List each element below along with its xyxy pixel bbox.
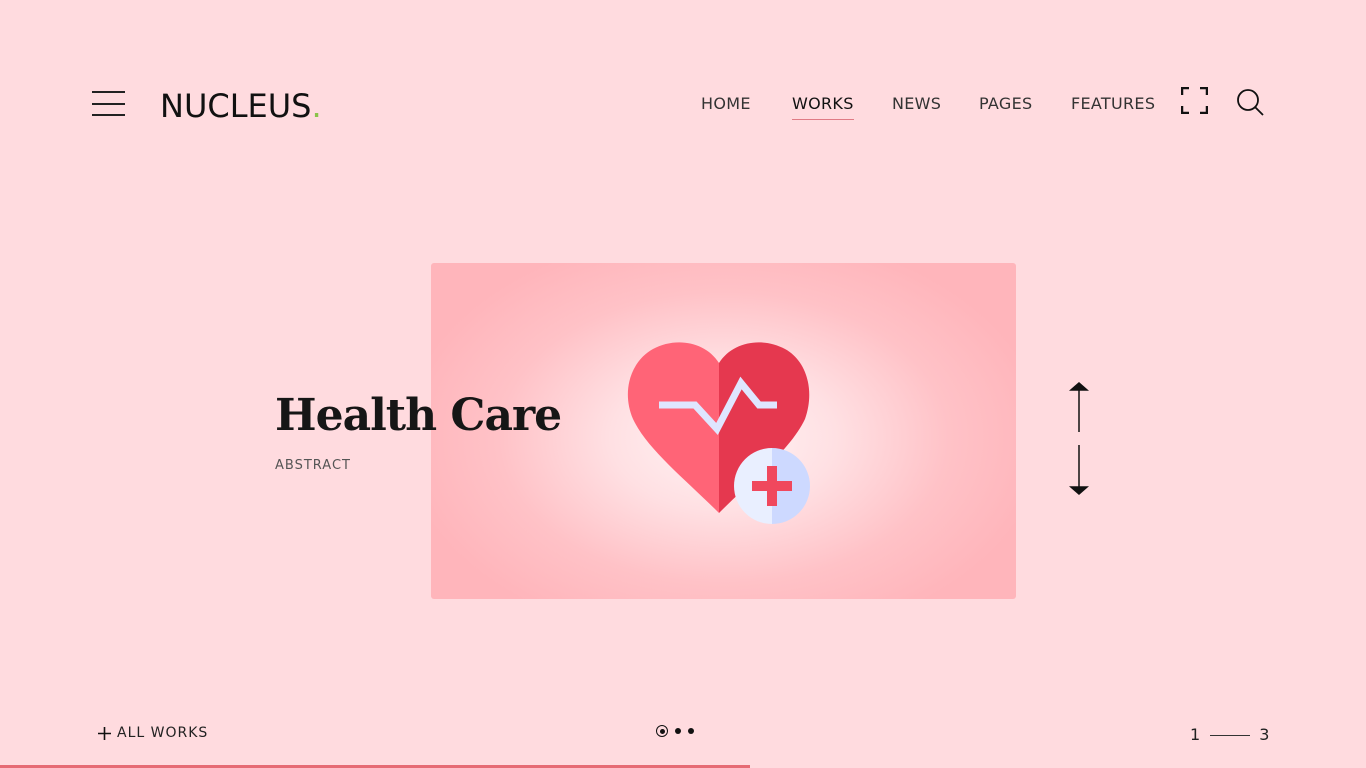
fullscreen-icon[interactable] [1180,86,1209,115]
slide-counter: 1 3 [1190,724,1269,746]
slider-pagination [656,725,694,737]
counter-divider [1210,734,1251,736]
slide-total: 3 [1259,725,1270,744]
nav-item-pages[interactable]: PAGES [979,93,1032,115]
heart-health-icon [627,342,810,524]
slide-current: 1 [1190,725,1201,744]
hero-category[interactable]: ABSTRACT [275,458,351,474]
all-works-link[interactable]: ALL WORKS [98,724,208,742]
pagination-dot[interactable] [656,725,668,737]
pagination-dot[interactable] [688,728,694,734]
hero-title[interactable]: Health Care [275,388,562,444]
arrow-down-icon[interactable] [1069,445,1089,495]
pagination-dot[interactable] [675,728,681,734]
main-nav: HOME WORKS NEWS PAGES FEATURES [0,93,1366,120]
nav-item-news[interactable]: NEWS [892,93,941,115]
plus-icon [98,726,111,740]
all-works-label: ALL WORKS [117,725,209,741]
nav-item-features[interactable]: FEATURES [1071,93,1155,115]
search-icon[interactable] [1236,88,1264,116]
arrow-up-icon[interactable] [1069,382,1089,432]
nav-item-home[interactable]: HOME [701,93,751,115]
nav-item-works[interactable]: WORKS [792,93,854,120]
